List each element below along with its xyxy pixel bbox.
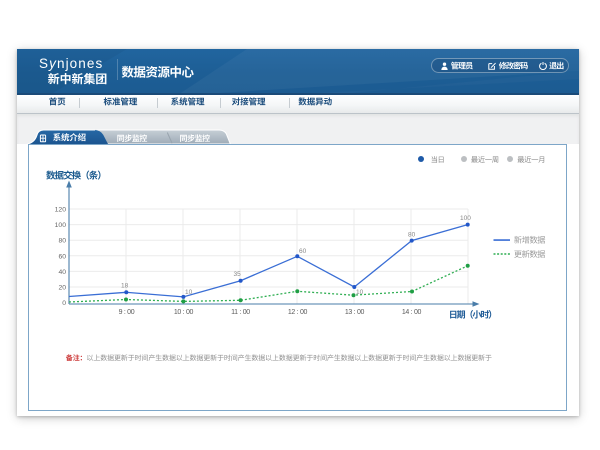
svg-text:11 : 00: 11 : 00 (231, 309, 250, 316)
svg-text:10: 10 (356, 289, 364, 296)
svg-text:10: 10 (185, 289, 193, 296)
svg-text:20: 20 (58, 284, 66, 291)
svg-text:13 : 00: 13 : 00 (345, 309, 365, 316)
svg-text:80: 80 (408, 231, 416, 238)
svg-text:12 : 00: 12 : 00 (288, 309, 308, 316)
svg-text:80: 80 (58, 237, 66, 244)
svg-text:120: 120 (55, 206, 67, 213)
svg-text:18: 18 (121, 282, 129, 289)
svg-text:100: 100 (460, 215, 471, 222)
svg-text:60: 60 (299, 248, 307, 255)
svg-text:14 : 00: 14 : 00 (402, 309, 422, 316)
svg-text:35: 35 (234, 271, 242, 278)
svg-text:100: 100 (55, 222, 67, 229)
svg-text:10 : 00: 10 : 00 (174, 309, 194, 316)
svg-text:0: 0 (62, 300, 66, 307)
svg-text:60: 60 (58, 253, 66, 260)
svg-text:9 : 00: 9 : 00 (119, 309, 135, 316)
svg-text:40: 40 (58, 269, 66, 276)
